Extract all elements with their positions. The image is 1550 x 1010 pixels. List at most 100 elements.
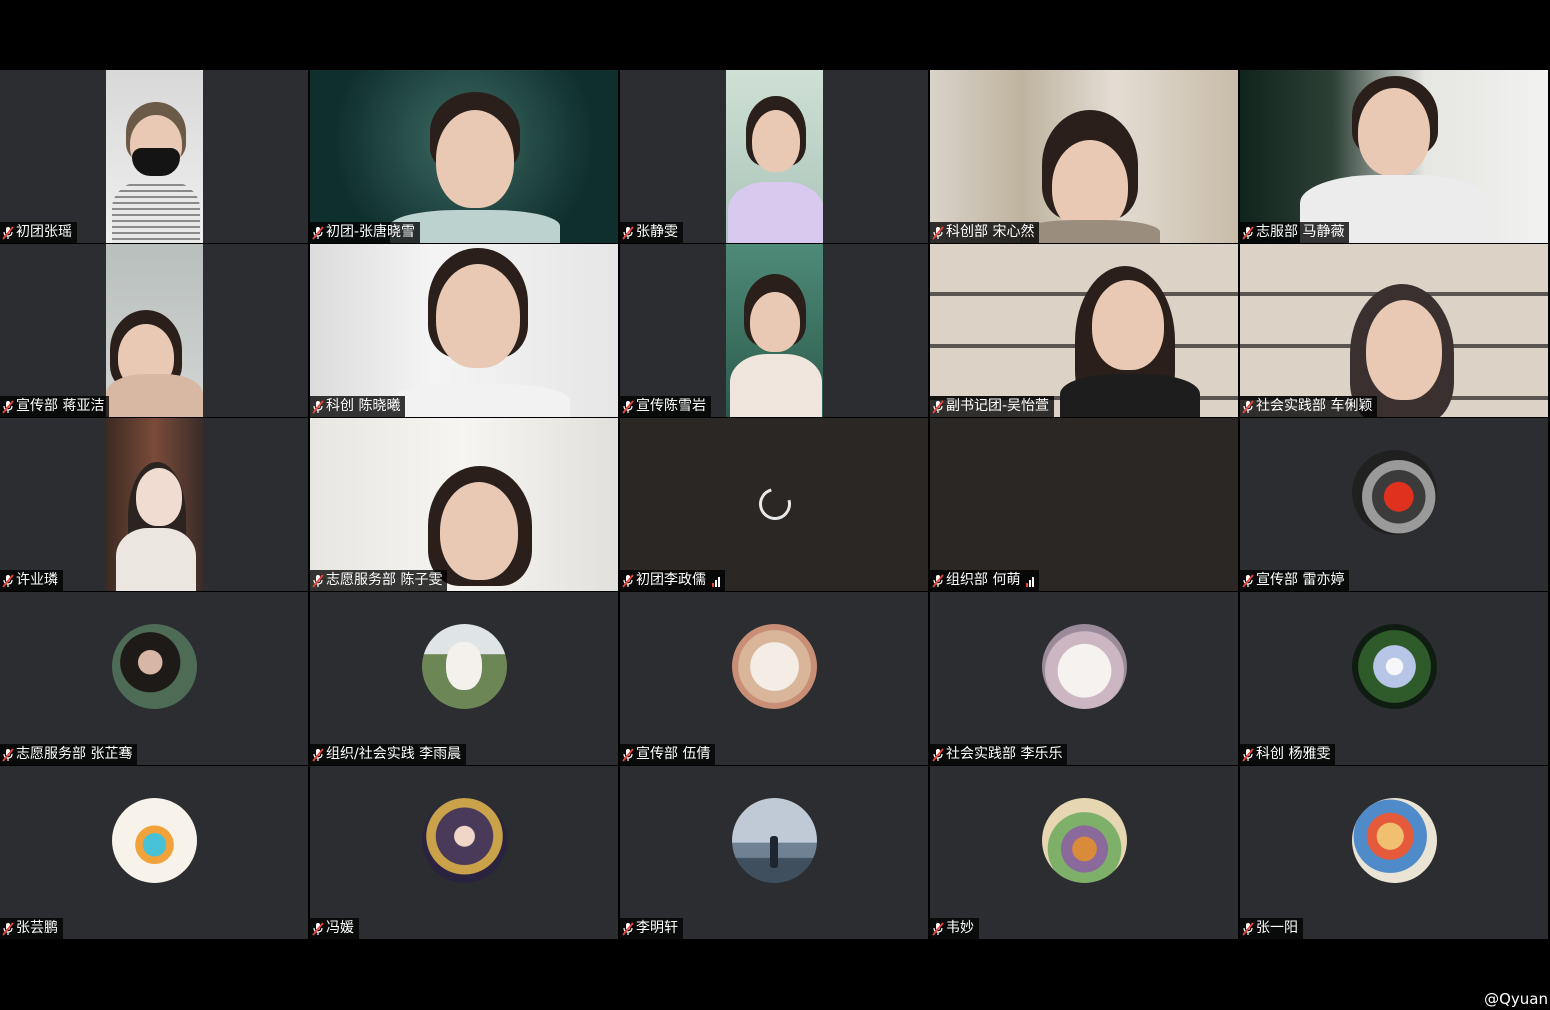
participant-video [310,70,618,243]
participant-tile[interactable]: 许业璘 [0,418,308,591]
participant-name: 韦妙 [946,920,974,936]
participant-name: 社会实践部 车俐颖 [1256,398,1373,414]
participant-name-label: 科创 陈晓曦 [310,396,406,417]
participant-name: 科创 陈晓曦 [326,398,401,414]
muted-mic-icon [312,573,324,588]
participant-name-label: 科创部 宋心然 [930,222,1040,243]
participant-tile[interactable]: 初团张瑶 [0,70,308,243]
participant-tile[interactable]: 韦妙 [930,766,1238,939]
participant-tile[interactable]: 冯媛 [310,766,618,939]
participant-name-label: 初团张瑶 [0,222,77,243]
participant-name: 许业璘 [16,572,58,588]
participant-tile[interactable]: 社会实践部 李乐乐 [930,592,1238,765]
participant-name-label: 组织部 何萌 [930,570,1040,591]
muted-mic-icon [932,747,944,762]
participant-video [726,244,823,417]
participant-tile[interactable]: 宣传陈雪岩 [620,244,928,417]
participant-tile[interactable]: 张芸鹏 [0,766,308,939]
muted-mic-icon [622,573,634,588]
participant-tile[interactable]: 科创 陈晓曦 [310,244,618,417]
muted-mic-icon [1242,921,1254,936]
muted-mic-icon [2,225,14,240]
participant-tile[interactable]: 科创 杨雅雯 [1240,592,1548,765]
girl-portrait-avatar [112,624,197,709]
participant-name-label: 李明轩 [620,918,683,939]
participant-tile[interactable]: 张一阳 [1240,766,1548,939]
participant-name: 张静雯 [636,224,678,240]
participant-name: 副书记团-吴怡萱 [946,398,1050,414]
muted-mic-icon [2,399,14,414]
participant-tile[interactable]: 副书记团-吴怡萱 [930,244,1238,417]
participant-video [106,244,203,417]
participant-video [106,418,203,591]
muted-mic-icon [1242,399,1254,414]
anime-girl-avatar [422,798,507,883]
cartoon-avatar [1042,798,1127,883]
participant-tile[interactable]: 科创部 宋心然 [930,70,1238,243]
participant-video [310,418,618,591]
alpaca-avatar [422,624,507,709]
loading-spinner-icon [753,482,797,526]
participant-tile[interactable]: 张静雯 [620,70,928,243]
muted-mic-icon [312,225,324,240]
participant-name: 初团李政儒 [636,572,706,588]
muted-mic-icon [932,399,944,414]
participant-name-label: 韦妙 [930,918,979,939]
participant-name: 初团-张唐晓雪 [326,224,416,240]
participant-name: 志愿服务部 陈子雯 [326,572,443,588]
flower-avatar [1352,624,1437,709]
muted-mic-icon [312,399,324,414]
participant-name-label: 组织/社会实践 李雨晨 [310,744,467,765]
participant-name: 社会实践部 李乐乐 [946,746,1063,762]
participant-name-label: 宣传部 伍倩 [620,744,716,765]
participant-name-label: 宣传陈雪岩 [620,396,711,417]
participant-tile[interactable]: 李明轩 [620,766,928,939]
participant-tile[interactable]: 宣传部 伍倩 [620,592,928,765]
participant-name-label: 初团李政儒 [620,570,725,591]
participant-name: 李明轩 [636,920,678,936]
video-gallery: 初团张瑶 初团-张唐晓雪 张静雯 科创部 宋心然 志服部 马静薇 宣传部 蒋亚洁… [0,70,1550,940]
participant-name: 科创 杨雅雯 [1256,746,1331,762]
participant-name-label: 副书记团-吴怡萱 [930,396,1055,417]
muted-mic-icon [622,399,634,414]
participant-tile[interactable]: 宣传部 蒋亚洁 [0,244,308,417]
participant-tile[interactable]: 志愿服务部 张芷骞 [0,592,308,765]
participant-tile[interactable]: 初团-张唐晓雪 [310,70,618,243]
muted-mic-icon [932,573,944,588]
apple-avatar [1352,450,1437,535]
muted-mic-icon [932,921,944,936]
muted-mic-icon [932,225,944,240]
participant-tile[interactable]: 宣传部 雷亦婷 [1240,418,1548,591]
participant-video [106,70,203,243]
participant-tile[interactable]: 初团李政儒 [620,418,928,591]
participant-video [930,70,1238,243]
participant-video [930,244,1238,417]
participant-name: 组织/社会实践 李雨晨 [326,746,462,762]
participant-name: 宣传部 蒋亚洁 [16,398,105,414]
participant-tile[interactable]: 组织部 何萌 [930,418,1238,591]
participant-name: 宣传部 雷亦婷 [1256,572,1345,588]
participant-tile[interactable]: 社会实践部 车俐颖 [1240,244,1548,417]
seaside-avatar [732,798,817,883]
muted-mic-icon [622,921,634,936]
participant-name-label: 初团-张唐晓雪 [310,222,421,243]
watermark: @Qyuan [1484,990,1548,1008]
participant-name-label: 社会实践部 车俐颖 [1240,396,1378,417]
participant-tile[interactable]: 志服部 马静薇 [1240,70,1548,243]
weak-signal-icon [1026,575,1035,587]
participant-tile[interactable]: 组织/社会实践 李雨晨 [310,592,618,765]
muted-mic-icon [2,747,14,762]
participant-name-label: 科创 杨雅雯 [1240,744,1336,765]
participant-name: 科创部 宋心然 [946,224,1035,240]
deer-avatar [112,798,197,883]
muted-mic-icon [1242,225,1254,240]
participant-name-label: 张芸鹏 [0,918,63,939]
muted-mic-icon [312,747,324,762]
participant-name: 初团张瑶 [16,224,72,240]
participant-name-label: 志愿服务部 陈子雯 [310,570,448,591]
participant-name: 宣传部 伍倩 [636,746,711,762]
participant-video [1240,244,1548,417]
participant-name-label: 宣传部 雷亦婷 [1240,570,1350,591]
participant-tile[interactable]: 志愿服务部 陈子雯 [310,418,618,591]
participant-name-label: 志愿服务部 张芷骞 [0,744,138,765]
